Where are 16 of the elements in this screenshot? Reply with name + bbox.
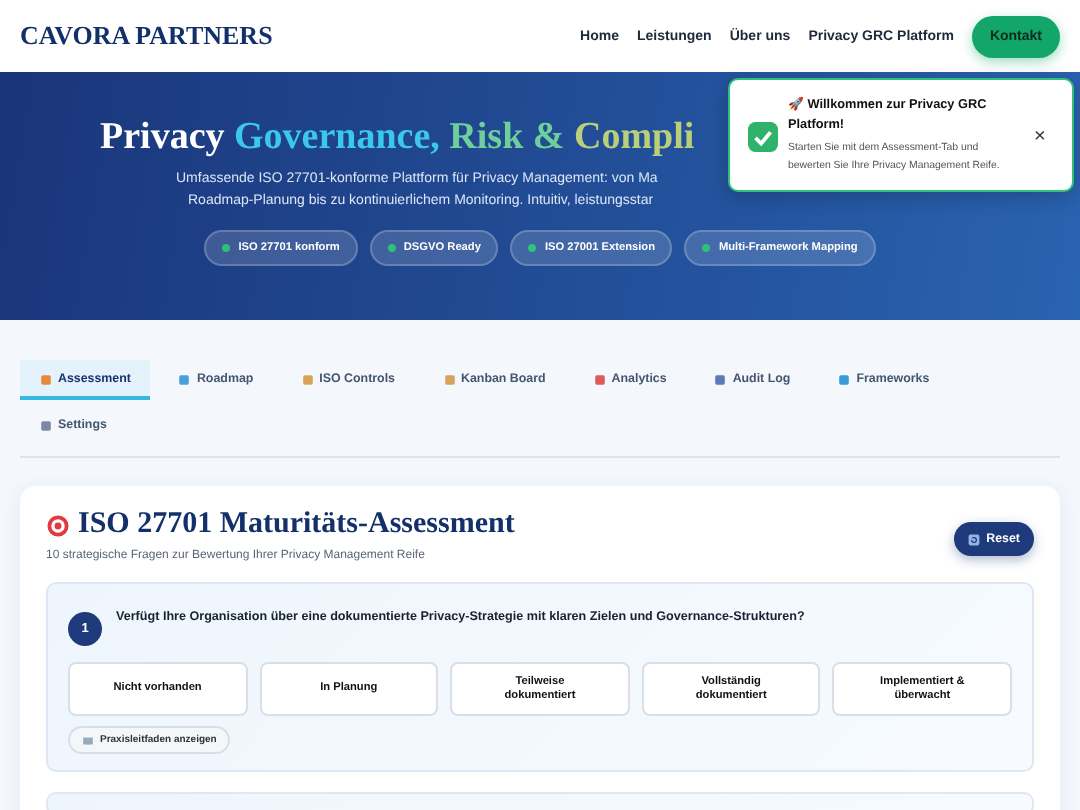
close-button[interactable]: × [1034,125,1046,147]
square-icon [714,373,727,385]
square-icon [40,373,52,385]
target-icon [46,513,70,537]
logo-text[interactable]: CAVORA PARTNERS [20,20,273,52]
square-icon [443,373,455,385]
square-icon [40,419,52,431]
hero-title: Privacy Governance, Risk & Compli [100,114,695,162]
square-icon [838,373,851,385]
square-icon [301,373,314,385]
check-icon [748,121,778,151]
square-icon [178,373,191,385]
book-icon [82,735,94,745]
square-icon [593,373,606,385]
card-title: ISO 27701 Maturitäts-Assessment [78,508,515,542]
refresh-icon [968,533,981,545]
